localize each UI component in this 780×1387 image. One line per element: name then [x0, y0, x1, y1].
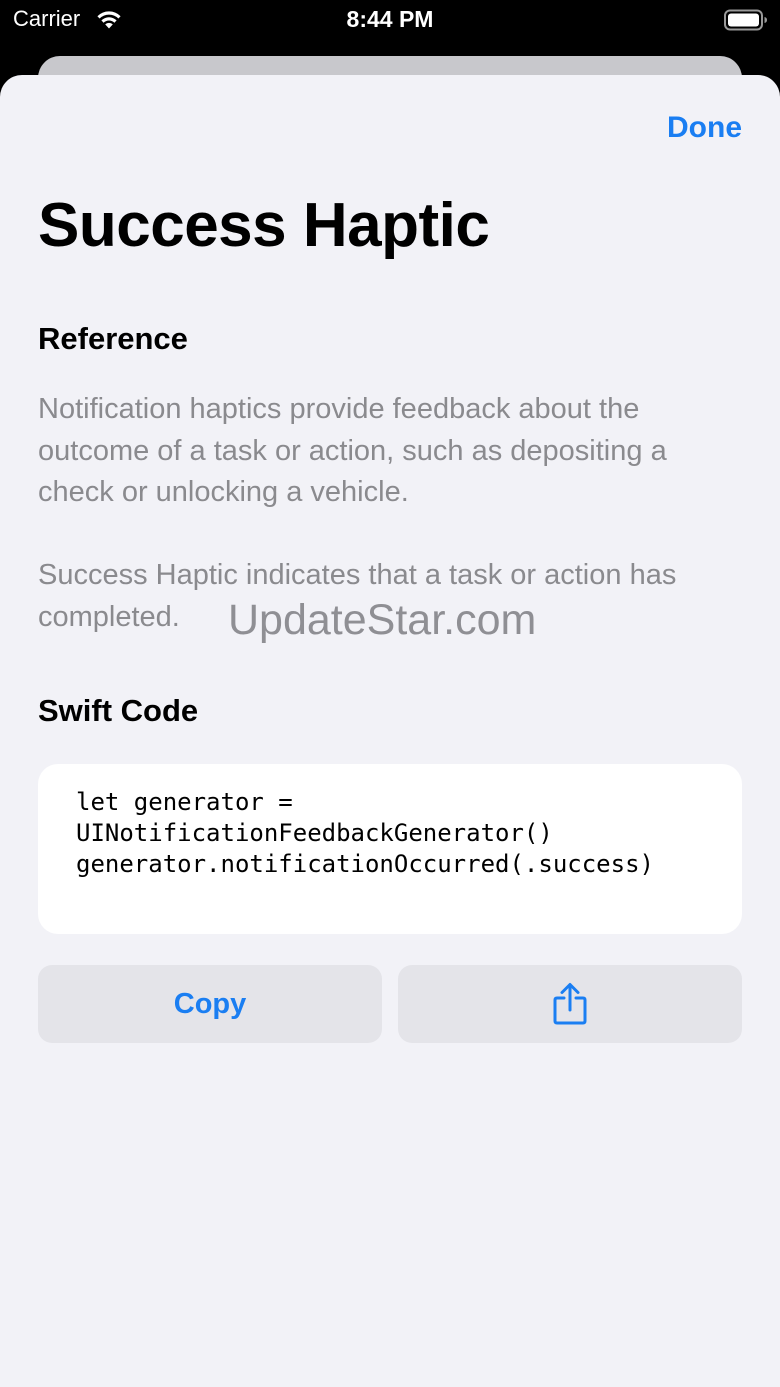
- swift-code: let generator = UINotificationFeedbackGe…: [76, 788, 654, 878]
- status-time: 8:44 PM: [346, 6, 434, 32]
- reference-heading: Reference: [38, 321, 188, 356]
- action-buttons: Copy: [38, 965, 742, 1043]
- share-button[interactable]: [398, 965, 742, 1043]
- battery-icon: [724, 9, 767, 31]
- swift-code-heading: Swift Code: [38, 693, 199, 728]
- page-title: Success Haptic: [38, 191, 490, 260]
- watermark: UpdateStar.com: [228, 596, 537, 644]
- status-bar: Carrier 8:44 PM: [0, 0, 780, 40]
- code-block: let generator = UINotificationFeedbackGe…: [38, 764, 742, 934]
- share-icon: [553, 983, 587, 1025]
- haptic-detail-sheet: Done Success Haptic Reference Notificati…: [0, 75, 780, 1387]
- reference-description: Notification haptics provide feedback ab…: [38, 393, 667, 508]
- screen: Carrier 8:44 PM Done Success Haptic Refe…: [0, 0, 780, 1387]
- copy-button[interactable]: Copy: [38, 965, 382, 1043]
- copy-button-label: Copy: [173, 987, 247, 1020]
- done-button[interactable]: Done: [667, 111, 742, 145]
